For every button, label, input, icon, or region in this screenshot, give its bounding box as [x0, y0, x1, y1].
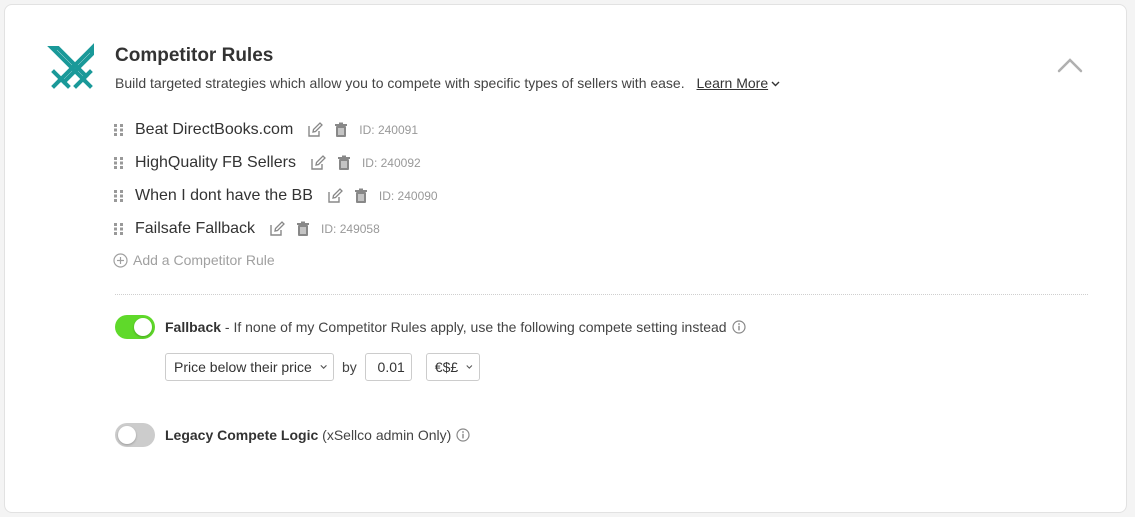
trash-icon[interactable]	[353, 188, 369, 204]
strategy-select[interactable]: Price below their price	[165, 353, 334, 381]
rule-id: ID: 240091	[359, 122, 418, 137]
rule-item: When I dont have the BB ID: 240090	[113, 179, 438, 212]
crossed-swords-icon	[47, 43, 94, 89]
legacy-compete-label: Legacy Compete Logic (xSellco admin Only…	[165, 427, 470, 443]
chevron-down-icon	[320, 364, 327, 370]
chevron-down-icon	[466, 365, 473, 369]
learn-more-link[interactable]: Learn More	[697, 75, 781, 91]
info-icon[interactable]	[456, 428, 470, 442]
chevron-down-icon	[771, 81, 780, 87]
learn-more-label: Learn More	[696, 75, 769, 91]
section-divider	[115, 294, 1088, 295]
fallback-toggle[interactable]	[115, 315, 155, 339]
fallback-compete-settings: Price below their price by €$£	[165, 353, 480, 381]
drag-handle-icon[interactable]	[113, 189, 125, 203]
rule-name[interactable]: Beat DirectBooks.com	[135, 121, 293, 139]
fallback-label: Fallback - If none of my Competitor Rule…	[165, 319, 746, 335]
edit-icon[interactable]	[307, 121, 324, 138]
trash-icon[interactable]	[336, 155, 352, 171]
drag-handle-icon[interactable]	[113, 156, 125, 170]
rule-item: Beat DirectBooks.com ID: 240091	[113, 113, 438, 146]
trash-icon[interactable]	[333, 122, 349, 138]
subtitle-text: Build targeted strategies which allow yo…	[115, 75, 685, 91]
toggle-knob	[134, 318, 152, 336]
fallback-title: Fallback	[165, 319, 222, 335]
info-icon[interactable]	[731, 320, 746, 334]
rule-name[interactable]: HighQuality FB Sellers	[135, 154, 296, 172]
collapse-chevron-up-icon[interactable]	[1055, 53, 1085, 77]
rule-item: Failsafe Fallback ID: 249058	[113, 212, 438, 245]
fallback-description: - If none of my Competitor Rules apply, …	[221, 319, 727, 335]
trash-icon[interactable]	[295, 221, 311, 237]
competitor-rules-list: Beat DirectBooks.com ID: 240091 HighQual…	[113, 113, 438, 275]
legacy-note: (xSellco admin Only)	[318, 427, 452, 443]
rule-name[interactable]: Failsafe Fallback	[135, 220, 255, 238]
rule-id: ID: 240092	[361, 155, 421, 170]
drag-handle-icon[interactable]	[113, 123, 125, 137]
add-rule-label: Add a Competitor Rule	[133, 252, 275, 268]
add-competitor-rule-button[interactable]: Add a Competitor Rule	[113, 245, 438, 275]
drag-handle-icon[interactable]	[113, 222, 125, 236]
rule-id: ID: 249058	[321, 221, 380, 236]
strategy-value: Price below their price	[174, 359, 312, 375]
rule-name[interactable]: When I dont have the BB	[135, 187, 313, 205]
legacy-title: Legacy Compete Logic	[165, 427, 319, 443]
edit-icon[interactable]	[327, 187, 343, 204]
edit-icon[interactable]	[310, 154, 326, 171]
currency-select[interactable]: €$£	[425, 353, 480, 381]
legacy-compete-toggle[interactable]	[115, 423, 155, 447]
amount-input[interactable]	[364, 353, 412, 381]
plus-circle-icon	[113, 252, 128, 268]
page-title: Competitor Rules	[115, 45, 274, 66]
rule-item: HighQuality FB Sellers ID: 240092	[113, 146, 438, 179]
currency-value: €$£	[434, 359, 459, 375]
competitor-rules-card: Competitor Rules Build targeted strategi…	[4, 4, 1127, 513]
rule-id: ID: 240090	[378, 188, 438, 203]
page-subtitle: Build targeted strategies which allow yo…	[115, 75, 780, 91]
toggle-knob	[118, 426, 136, 444]
by-label: by	[342, 359, 357, 375]
edit-icon[interactable]	[269, 220, 285, 237]
